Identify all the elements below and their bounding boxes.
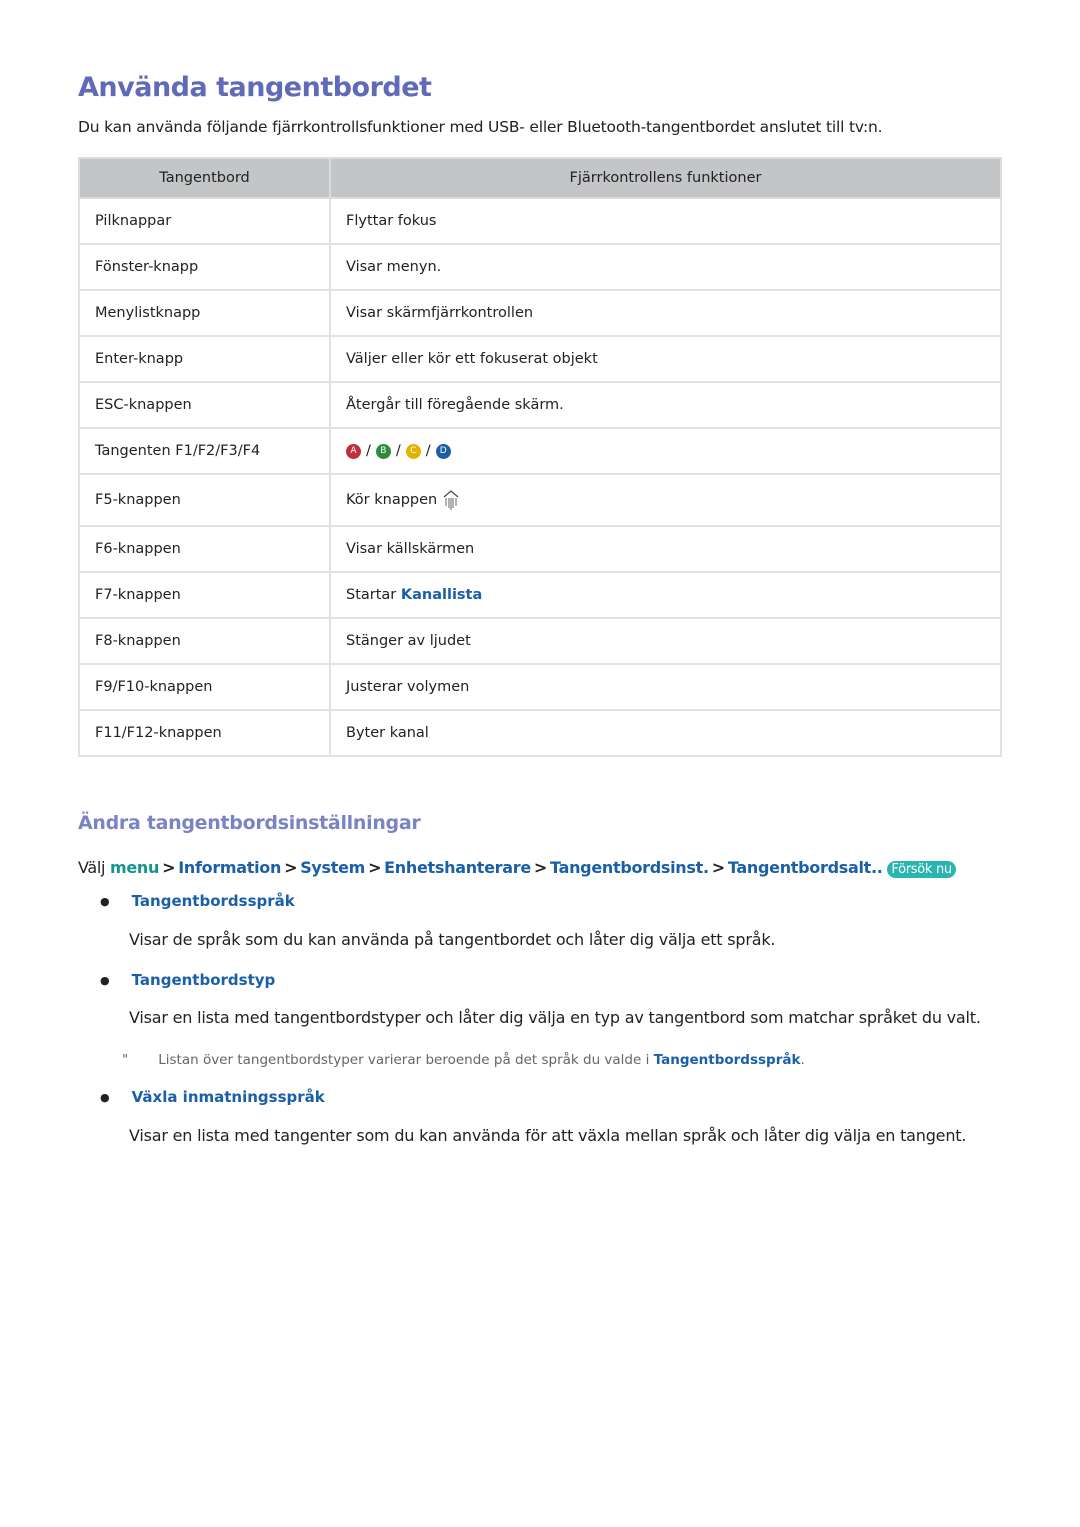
- function-cell: Visar menyn.: [329, 243, 1002, 291]
- path-prefix: Välj: [78, 858, 106, 877]
- bullet-label: Tangentbordstyp: [131, 971, 276, 989]
- separator: /: [366, 443, 371, 459]
- table-row: F9/F10-knappen Justerar volymen: [78, 663, 1002, 711]
- yellow-c-button-icon: C: [405, 443, 421, 459]
- bullet-description: Visar de språk som du kan använda på tan…: [129, 930, 776, 949]
- note: " Listan över tangentbordstyper varierar …: [122, 1052, 805, 1068]
- separator: /: [425, 443, 431, 459]
- table-row: F7-knappen Startar Kanallista: [78, 571, 1002, 619]
- blue-d-button-icon: D: [435, 443, 451, 459]
- function-cell: Stänger av ljudet: [329, 617, 1002, 665]
- path-tangentbordsinst[interactable]: Tangentbordsinst.: [550, 858, 709, 877]
- table-row: F8-knappen Stänger av ljudet: [78, 617, 1002, 665]
- keyboard-function-table: Tangentbord Fjärrkontrollens funktioner …: [78, 157, 1002, 757]
- bullet-icon: ●: [100, 1091, 110, 1104]
- table-row: Pilknappar Flyttar fokus: [78, 197, 1002, 245]
- path-enhetshanterare[interactable]: Enhetshanterare: [384, 858, 531, 877]
- bullet-icon: ●: [100, 974, 110, 987]
- function-cell: Visar källskärmen: [329, 525, 1002, 573]
- function-text: Startar: [346, 587, 397, 603]
- chevron-right-icon: >: [533, 858, 548, 877]
- page-title: Använda tangentbordet: [78, 72, 432, 103]
- key-cell: Menylistknapp: [78, 289, 331, 337]
- kanallista-link[interactable]: Kanallista: [401, 587, 482, 603]
- table-row: F11/F12-knappen Byter kanal: [78, 709, 1002, 757]
- table-row: Enter-knapp Väljer eller kör ett fokusera…: [78, 335, 1002, 383]
- function-cell: Startar Kanallista: [329, 571, 1002, 619]
- smart-hub-icon: [443, 490, 459, 510]
- function-text: Kör knappen: [346, 492, 438, 508]
- key-cell: F8-knappen: [78, 617, 331, 665]
- key-cell: F11/F12-knappen: [78, 709, 331, 757]
- table-row: F5-knappen Kör knappen: [78, 473, 1002, 527]
- path-system[interactable]: System: [300, 858, 365, 877]
- bullet-description: Visar en lista med tangentbordstyper och…: [129, 1008, 981, 1027]
- bullet-description: Visar en lista med tangenter som du kan …: [129, 1126, 967, 1145]
- function-cell: Kör knappen: [329, 473, 1002, 527]
- key-cell: Enter-knapp: [78, 335, 331, 383]
- note-end: .: [800, 1052, 805, 1068]
- bullet-label: Växla inmatningsspråk: [131, 1088, 325, 1106]
- note-text: Listan över tangentbordstyper varierar b…: [158, 1052, 654, 1068]
- table-row: Fönster-knapp Visar menyn.: [78, 243, 1002, 291]
- function-cell: Byter kanal: [329, 709, 1002, 757]
- chevron-right-icon: >: [284, 858, 298, 877]
- function-cell: Justerar volymen: [329, 663, 1002, 711]
- key-cell: Fönster-knapp: [78, 243, 331, 291]
- key-cell: F5-knappen: [78, 473, 331, 527]
- chevron-right-icon: >: [711, 858, 725, 877]
- key-cell: Tangenten F1/F2/F3/F4: [78, 427, 331, 475]
- separator: /: [395, 443, 401, 459]
- function-cell: Flyttar fokus: [329, 197, 1002, 245]
- chevron-right-icon: >: [368, 858, 382, 877]
- function-cell: Visar skärmfjärrkontrollen: [329, 289, 1002, 337]
- column-header-functions: Fjärrkontrollens funktioner: [329, 157, 1002, 199]
- chevron-right-icon: >: [162, 858, 176, 877]
- function-cell: Väljer eller kör ett fokuserat objekt: [329, 335, 1002, 383]
- section-title: Ändra tangentbordsinställningar: [78, 812, 421, 834]
- bullet-icon: ●: [100, 895, 110, 908]
- key-cell: Pilknappar: [78, 197, 331, 245]
- red-a-button-icon: A: [346, 443, 361, 459]
- function-cell: Återgår till föregående skärm.: [329, 381, 1002, 429]
- table-row: F6-knappen Visar källskärmen: [78, 525, 1002, 573]
- menu-path: Välj menu > Information > System > Enhetshante…: [78, 858, 956, 878]
- key-cell: F9/F10-knappen: [78, 663, 331, 711]
- key-cell: F6-knappen: [78, 525, 331, 573]
- function-cell: A / B / C / D: [329, 427, 1002, 475]
- intro-text: Du kan använda följande fjärrkontrollsfu…: [78, 118, 883, 136]
- bullet-item: ● Tangentbordstyp: [100, 971, 275, 989]
- note-icon: ": [122, 1052, 129, 1068]
- table-row: Menylistknapp Visar skärmfjärrkontrollen: [78, 289, 1002, 337]
- bullet-label: Tangentbordsspråk: [131, 892, 295, 910]
- key-cell: F7-knappen: [78, 571, 331, 619]
- table-row: ESC-knappen Återgår till föregående skärm…: [78, 381, 1002, 429]
- try-now-button[interactable]: Försök nu: [887, 861, 956, 878]
- green-b-button-icon: B: [375, 443, 391, 459]
- bullet-item: ● Växla inmatningsspråk: [100, 1088, 325, 1106]
- path-information[interactable]: Information: [178, 858, 281, 877]
- bullet-item: ● Tangentbordsspråk: [100, 892, 295, 910]
- path-menu[interactable]: menu: [110, 858, 159, 877]
- path-tangentbordsalt[interactable]: Tangentbordsalt..: [728, 858, 883, 877]
- note-link[interactable]: Tangentbordsspråk: [654, 1052, 801, 1068]
- table-row: Tangenten F1/F2/F3/F4 A / B / C / D: [78, 427, 1002, 475]
- column-header-keyboard: Tangentbord: [78, 157, 331, 199]
- key-cell: ESC-knappen: [78, 381, 331, 429]
